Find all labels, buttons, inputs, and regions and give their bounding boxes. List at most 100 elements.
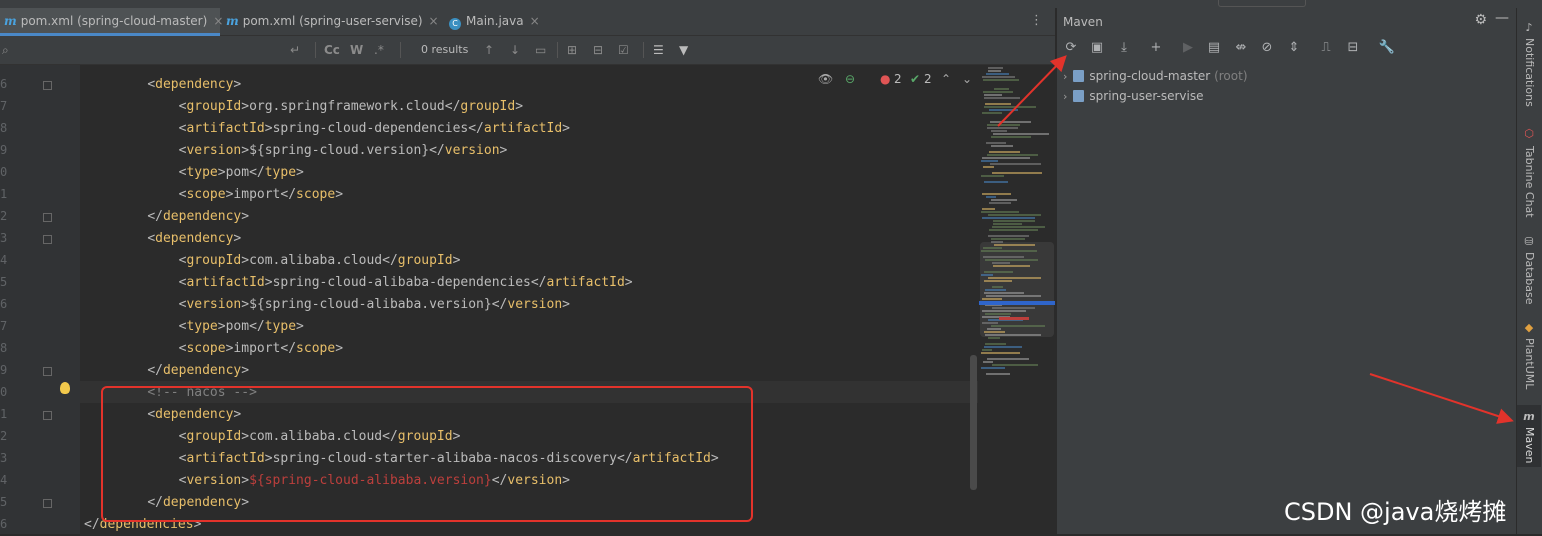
window-top-strip [0, 0, 1542, 8]
dependencies-icon[interactable]: ⎍ [1317, 38, 1335, 58]
filter-search-results-icon[interactable]: ☰ [653, 36, 664, 64]
plantuml-icon[interactable]: ◆ [1523, 322, 1535, 334]
select-all-icon[interactable]: ▭ [535, 36, 546, 64]
minimap-stroke [984, 181, 1008, 183]
download-icon[interactable]: ⤓ [1115, 38, 1133, 58]
minimap-stroke [981, 352, 1020, 354]
tab-pom-spring-cloud-master[interactable]: m pom.xml (spring-cloud-master) × [0, 8, 223, 36]
tabs-more-icon[interactable]: ⋮ [1030, 8, 1043, 34]
fold-marker-icon[interactable] [43, 411, 52, 420]
code-token: import [233, 187, 281, 202]
select-occurrences-icon[interactable]: ☑ [618, 36, 629, 64]
minimap-stroke [992, 262, 1010, 264]
reader-mode-icon[interactable]: 👁 [818, 72, 833, 86]
tab-main-java[interactable]: C Main.java × [445, 8, 549, 35]
code-line[interactable]: <artifactId>spring-cloud-alibaba-depende… [116, 272, 633, 294]
whole-words-toggle[interactable]: W [350, 36, 363, 64]
minimap-stroke [981, 211, 1019, 213]
gear-icon[interactable]: ⚙ [1474, 12, 1487, 28]
error-icon[interactable]: ● [880, 72, 890, 86]
close-icon[interactable]: × [429, 14, 439, 28]
line-number: 2 [0, 209, 8, 223]
minimap-stroke [987, 154, 1038, 156]
find-bar: ⌕ ↵ Cc W .* 0 results ↑ ↓ ▭ ⊞ ⊟ ☑ ☰ ▼ [0, 36, 1055, 65]
chevron-right-icon[interactable]: › [1063, 70, 1067, 83]
minimap-stroke [987, 358, 1029, 360]
code-token: groupId [397, 253, 453, 268]
code-line[interactable]: <scope>import</scope> [116, 338, 343, 360]
regex-toggle[interactable]: .* [374, 36, 384, 64]
code-line[interactable]: <dependency> [116, 228, 241, 250]
code-line[interactable]: <artifactId>spring-cloud-dependencies</a… [116, 118, 570, 140]
code-line[interactable]: <dependency> [116, 74, 241, 96]
minimap-stroke [992, 226, 1045, 228]
editor-scrollbar[interactable] [970, 355, 977, 490]
tabnine-icon[interactable]: ⬡ [1523, 128, 1535, 140]
fold-marker-icon[interactable] [43, 367, 52, 376]
code-token: </ [280, 341, 297, 356]
tool-tab-tabnine-chat[interactable]: Tabnine Chat [1523, 146, 1536, 218]
inspection-ok-icon[interactable]: ⊖ [845, 72, 855, 86]
tab-pom-spring-user-servise[interactable]: m pom.xml (spring-user-servise) × [222, 8, 442, 35]
minimize-icon[interactable]: — [1495, 10, 1509, 26]
code-line[interactable]: </dependency> [116, 360, 249, 382]
fold-marker-icon[interactable] [43, 81, 52, 90]
code-line[interactable]: <version>${spring-cloud.version}</versio… [116, 140, 508, 162]
show-diagram-icon[interactable]: ⊟ [1344, 38, 1362, 58]
tool-tab-database[interactable]: Database [1523, 252, 1536, 305]
fold-marker-icon[interactable] [43, 235, 52, 244]
execute-goal-icon[interactable]: ▤ [1205, 38, 1223, 58]
fold-marker-icon[interactable] [43, 499, 52, 508]
run-icon[interactable]: ▶ [1179, 38, 1197, 58]
search-icon[interactable]: ⌕ [2, 36, 9, 64]
code-line[interactable]: <scope>import</scope> [116, 184, 343, 206]
code-token: > [241, 209, 250, 224]
newline-icon[interactable]: ↵ [290, 36, 300, 64]
code-minimap[interactable] [979, 65, 1055, 534]
lightbulb-icon[interactable] [60, 382, 70, 394]
top-search-box[interactable] [1218, 0, 1306, 7]
next-occurrence-icon[interactable]: ↓ [510, 36, 520, 64]
prev-highlight-icon[interactable]: ⌃ [941, 72, 951, 86]
tool-tab-plantuml[interactable]: PlantUML [1523, 338, 1536, 389]
minimap-stroke [984, 280, 1012, 282]
minimap-stroke [989, 109, 1018, 111]
fold-marker-icon[interactable] [43, 213, 52, 222]
remove-occurrence-icon[interactable]: ⊟ [593, 36, 603, 64]
database-icon[interactable]: ⛁ [1523, 236, 1535, 248]
code-line[interactable]: <version>${spring-cloud-alibaba.version}… [116, 294, 570, 316]
toggle-offline-icon[interactable]: ⇎ [1232, 38, 1250, 58]
bell-icon[interactable]: ♪ [1523, 22, 1535, 34]
skip-tests-icon[interactable]: ⊘ [1258, 38, 1276, 58]
code-line[interactable]: <type>pom</type> [116, 162, 304, 184]
close-icon[interactable]: × [530, 14, 540, 28]
minimap-stroke [986, 142, 1006, 144]
code-token: scope [296, 187, 336, 202]
tree-item-project[interactable]: › spring-user-servise [1063, 86, 1203, 106]
tool-tab-maven-active[interactable]: m Maven [1517, 405, 1541, 467]
collapse-icon[interactable]: ⇕ [1285, 38, 1303, 58]
code-token: dependency [155, 77, 234, 92]
prev-occurrence-icon[interactable]: ↑ [484, 36, 494, 64]
add-icon[interactable]: + [1147, 38, 1165, 58]
chevron-right-icon[interactable]: › [1063, 90, 1067, 103]
code-line[interactable]: <type>pom</type> [116, 316, 304, 338]
editor-tabs: m pom.xml (spring-cloud-master) × m pom.xml… [0, 8, 1055, 36]
match-case-toggle[interactable]: Cc [324, 36, 340, 64]
next-highlight-icon[interactable]: ⌄ [962, 72, 972, 86]
tree-item-project[interactable]: › spring-cloud-master (root) [1063, 66, 1248, 86]
add-occurrence-icon[interactable]: ⊞ [567, 36, 577, 64]
warning-check-icon[interactable]: ✔ [910, 72, 920, 86]
code-line[interactable]: </dependency> [116, 206, 249, 228]
watermark: CSDN @java烧烤摊 [1284, 498, 1507, 526]
wrench-icon[interactable]: 🔧 [1378, 38, 1396, 58]
filter-icon[interactable]: ▼ [679, 36, 688, 64]
tool-tab-notifications[interactable]: Notifications [1523, 38, 1536, 107]
generate-sources-icon[interactable]: ▣ [1088, 38, 1106, 58]
code-line[interactable]: <groupId>org.springframework.cloud</grou… [116, 96, 523, 118]
code-line[interactable]: <groupId>com.alibaba.cloud</groupId> [116, 250, 461, 272]
reload-icon[interactable]: ⟳ [1062, 38, 1080, 58]
